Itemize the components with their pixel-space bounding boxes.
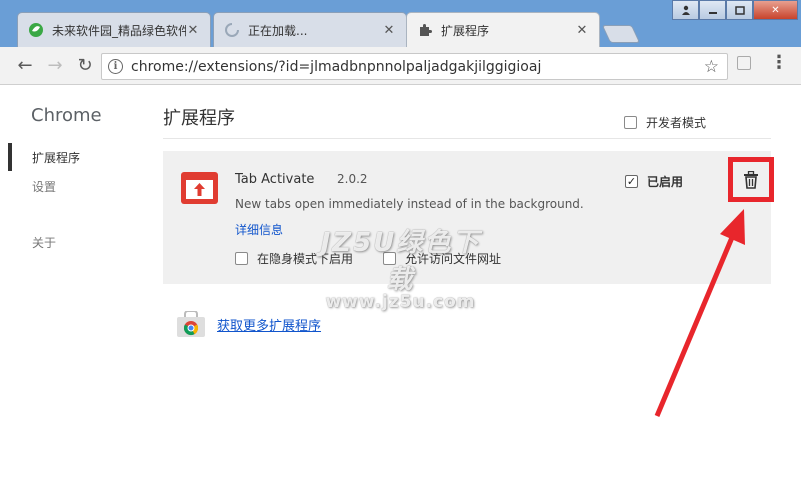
puzzle-piece-icon: [417, 22, 433, 38]
enabled-checkbox[interactable]: ✓: [625, 175, 638, 188]
new-tab-button[interactable]: [601, 25, 641, 43]
extension-name: Tab Activate: [235, 172, 315, 187]
sidebar-item-extensions[interactable]: 扩展程序: [32, 149, 80, 166]
sidebar-item-about[interactable]: 关于: [32, 234, 56, 251]
tab-title: 未来软件园_精品绿色软件: [52, 23, 186, 38]
get-more-extensions[interactable]: 获取更多扩展程序: [177, 311, 321, 337]
web-store-icon: [177, 311, 205, 337]
reload-icon[interactable]: ↻: [71, 52, 99, 80]
close-icon[interactable]: ✕: [753, 0, 798, 20]
tab-title: 正在加载...: [248, 23, 308, 38]
developer-mode-label: 开发者模式: [646, 116, 707, 130]
extension-action-icon[interactable]: [737, 56, 751, 70]
enabled-toggle[interactable]: ✓ 已启用: [625, 173, 683, 190]
watermark-logo: JZ5U绿色下载 www.jz5u.com: [313, 222, 488, 312]
tab-close-icon[interactable]: ✕: [575, 23, 589, 38]
url-text: chrome://extensions/?id=jlmadbnpnnolpalj…: [131, 58, 542, 75]
tab-title: 扩展程序: [441, 23, 490, 38]
tab-activate-icon: [181, 172, 218, 204]
back-arrow-icon[interactable]: ←: [11, 52, 39, 80]
menu-dots-icon[interactable]: ⋮: [770, 54, 788, 72]
sidebar-brand: Chrome: [31, 105, 102, 126]
browser-toolbar: ← → ↻ i chrome://extensions/?id=jlmadbnp…: [0, 47, 801, 85]
loading-spinner-icon: [224, 22, 240, 38]
tab-loading[interactable]: 正在加载... ✕: [213, 12, 407, 47]
developer-mode-checkbox[interactable]: [624, 116, 637, 129]
address-bar[interactable]: i chrome://extensions/?id=jlmadbnpnnolpa…: [101, 53, 728, 80]
tab-site[interactable]: 未来软件园_精品绿色软件 ✕: [17, 12, 211, 47]
tab-strip: 未来软件园_精品绿色软件 ✕ 正在加载... ✕ 扩展程序 ✕ ✕: [0, 0, 801, 47]
title-divider: [163, 138, 771, 139]
watermark-line1: JZ5U绿色下载: [320, 228, 481, 295]
page-title: 扩展程序: [163, 108, 235, 129]
enabled-label: 已启用: [647, 175, 684, 189]
incognito-checkbox[interactable]: [235, 252, 248, 265]
get-more-link[interactable]: 获取更多扩展程序: [217, 315, 321, 334]
minimize-icon[interactable]: [699, 0, 726, 20]
details-link[interactable]: 详细信息: [235, 221, 283, 238]
extension-version: 2.0.2: [337, 172, 368, 186]
forward-arrow-icon[interactable]: →: [41, 52, 69, 80]
tab-extensions[interactable]: 扩展程序 ✕: [406, 12, 600, 47]
restore-icon[interactable]: [726, 0, 753, 20]
sidebar-active-marker: [8, 143, 12, 171]
user-icon[interactable]: [672, 0, 699, 20]
remove-extension-button[interactable]: [728, 157, 774, 202]
developer-mode-toggle[interactable]: 开发者模式: [624, 114, 706, 131]
trash-icon: [744, 170, 758, 189]
window-controls: ✕: [672, 0, 798, 20]
tab-close-icon[interactable]: ✕: [186, 23, 200, 38]
bookmark-star-icon[interactable]: ☆: [704, 57, 719, 77]
tab-close-icon[interactable]: ✕: [382, 23, 396, 38]
info-icon[interactable]: i: [108, 59, 123, 74]
site-leaf-icon: [28, 22, 44, 38]
sidebar-item-settings[interactable]: 设置: [32, 178, 56, 195]
watermark-line2: www.jz5u.com: [325, 292, 476, 312]
extension-description: New tabs open immediately instead of in …: [235, 197, 584, 211]
